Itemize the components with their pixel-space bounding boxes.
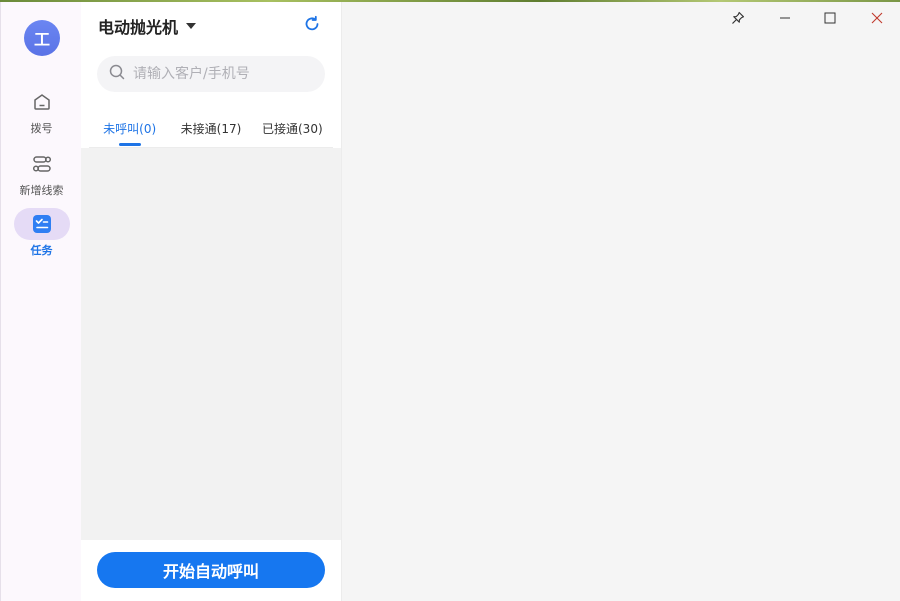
refresh-icon[interactable]: [303, 15, 321, 33]
home-icon: [14, 86, 70, 118]
task-title: 电动抛光机: [98, 18, 179, 37]
tab-connected[interactable]: 已接通(30): [252, 110, 333, 147]
minimize-icon[interactable]: [770, 8, 800, 28]
nav-rail: 工 拨号 新增线索 任务: [0, 2, 81, 601]
task-selector[interactable]: 电动抛光机: [98, 14, 197, 38]
search-box: [97, 56, 325, 92]
pin-icon[interactable]: [723, 8, 753, 28]
rail-item-task[interactable]: 任务: [1, 208, 82, 258]
main-content: [341, 2, 900, 601]
avatar-initial: 工: [33, 30, 50, 49]
tab-not-called[interactable]: 未呼叫(0): [89, 110, 170, 147]
tab-not-connected[interactable]: 未接通(17): [170, 110, 251, 147]
maximize-icon[interactable]: [815, 8, 845, 28]
workflow-icon: [14, 148, 70, 180]
rail-label-dial: 拨号: [30, 122, 53, 135]
rail-label-new-lead: 新增线索: [19, 184, 64, 197]
start-auto-call-button[interactable]: 开始自动呼叫: [97, 552, 325, 588]
rail-item-dial[interactable]: 拨号: [1, 86, 82, 136]
task-icon: [13, 208, 70, 240]
rail-label-task: 任务: [30, 244, 53, 257]
task-panel: 电动抛光机 未呼叫(0) 未接通: [81, 2, 341, 601]
avatar[interactable]: 工: [24, 20, 60, 56]
caret-down-icon: [186, 23, 197, 29]
panel-footer: 开始自动呼叫: [81, 540, 341, 601]
task-list: [81, 148, 341, 540]
app-window: 工 拨号 新增线索 任务 电动抛光机 请输入客户/手机号 未呼叫(0) 未接通(…: [0, 2, 900, 601]
rail-item-new-lead[interactable]: 新增线索: [1, 148, 82, 198]
close-icon[interactable]: [862, 8, 892, 28]
search-icon: [109, 64, 125, 84]
panel-header: 电动抛光机 未呼叫(0) 未接通: [81, 2, 341, 148]
status-tabs: 未呼叫(0) 未接通(17) 已接通(30): [89, 110, 333, 148]
search-input[interactable]: [133, 66, 313, 82]
